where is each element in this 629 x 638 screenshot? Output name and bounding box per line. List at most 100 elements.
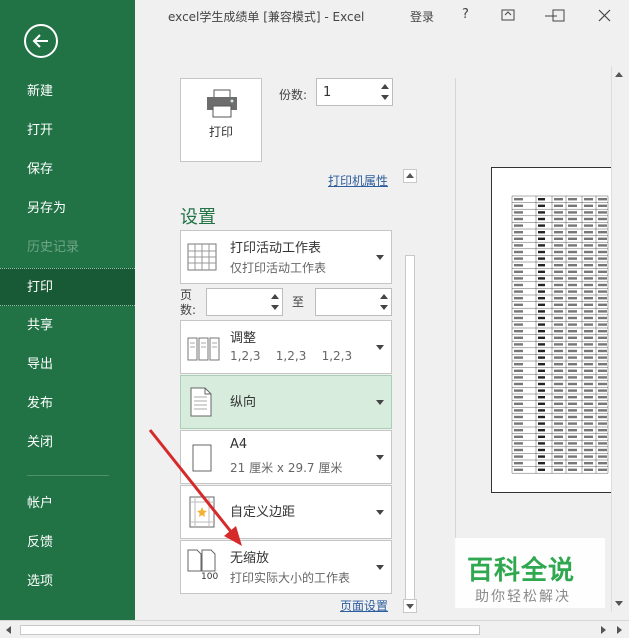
thumb-cell xyxy=(584,283,593,287)
thumb-cell xyxy=(514,237,523,240)
ribbon-display-button[interactable] xyxy=(497,6,519,26)
pages-to-label: 至 xyxy=(292,295,305,309)
thumb-cell xyxy=(598,442,607,445)
thumb-cell xyxy=(538,264,545,267)
thumb-cell xyxy=(568,415,577,419)
thumb-cell xyxy=(568,402,577,405)
thumb-cell xyxy=(584,237,593,240)
thumb-cell xyxy=(598,270,607,273)
thumb-cell xyxy=(568,382,577,386)
nav-feedback[interactable]: 反馈 xyxy=(0,524,135,562)
chevron-down-icon xyxy=(376,510,384,515)
thumb-cell xyxy=(584,356,593,359)
thumb-cell xyxy=(568,455,577,458)
nav-open[interactable]: 打开 xyxy=(0,112,135,150)
thumb-cell xyxy=(584,455,593,458)
nav-save[interactable]: 保存 xyxy=(0,151,135,189)
thumb-cell xyxy=(514,204,523,207)
maximize-button[interactable] xyxy=(548,6,570,26)
thumb-cell xyxy=(584,389,593,392)
thumb-cell xyxy=(554,290,563,293)
thumb-cell xyxy=(584,363,593,366)
triangle-down-icon xyxy=(406,604,414,609)
thumb-cell xyxy=(598,382,607,386)
help-button[interactable]: ? xyxy=(462,7,469,22)
panel-divider xyxy=(455,78,456,608)
thumb-cell xyxy=(598,330,607,333)
thumb-cell xyxy=(554,330,563,333)
thumb-cell xyxy=(538,224,545,227)
copies-label: 份数: xyxy=(279,88,308,102)
watermark-subtext: 助你轻松解决 xyxy=(475,589,571,605)
thumb-cell xyxy=(598,435,607,438)
thumb-cell xyxy=(598,402,607,405)
thumb-cell xyxy=(538,356,545,359)
sheet-grid-icon xyxy=(187,243,217,271)
thumb-cell xyxy=(584,297,593,300)
thumb-cell xyxy=(568,396,577,399)
nav-print[interactable]: 打印 xyxy=(0,268,135,306)
nav-account[interactable]: 帐户 xyxy=(0,485,135,523)
thumb-cell xyxy=(538,244,545,247)
thumb-cell xyxy=(584,442,593,445)
thumb-cell xyxy=(554,310,563,313)
thumb-cell xyxy=(568,462,577,465)
pages-to-input[interactable] xyxy=(315,288,392,316)
thumb-cell xyxy=(514,382,523,386)
thumb-cell xyxy=(514,429,523,432)
back-button[interactable] xyxy=(24,24,58,58)
thumb-cell xyxy=(568,283,577,287)
horizontal-scrollbar[interactable] xyxy=(0,620,629,638)
nav-options[interactable]: 选项 xyxy=(0,563,135,601)
thumb-cell xyxy=(514,363,523,366)
thumb-cell xyxy=(514,336,523,339)
thumb-cell xyxy=(568,349,577,353)
thumb-cell xyxy=(568,376,577,379)
copies-stepper[interactable]: 1 xyxy=(316,78,393,106)
page-setup-link[interactable]: 页面设置 xyxy=(340,597,388,614)
thumb-cell xyxy=(598,237,607,240)
thumb-cell xyxy=(514,396,523,399)
thumb-cell xyxy=(568,217,577,221)
close-button[interactable] xyxy=(594,6,616,26)
thumb-cell xyxy=(584,211,593,214)
thumb-cell xyxy=(598,422,607,425)
scroll-down-button[interactable] xyxy=(403,599,417,613)
copies-value: 1 xyxy=(323,85,332,100)
nav-export[interactable]: 导出 xyxy=(0,346,135,384)
thumb-cell xyxy=(514,462,523,465)
thumb-cell xyxy=(598,455,607,458)
thumb-cell xyxy=(598,415,607,419)
thumb-cell xyxy=(598,363,607,366)
window-title: excel学生成绩单 [兼容模式] - Excel xyxy=(168,10,365,24)
spin-arrows-icon xyxy=(381,84,389,100)
thumb-cell xyxy=(584,409,593,412)
print-what-dropdown[interactable]: 打印活动工作表 仅打印活动工作表 xyxy=(180,230,392,284)
thumb-cell xyxy=(598,468,607,471)
preview-scrollbar[interactable] xyxy=(611,66,625,612)
thumb-cell xyxy=(568,224,577,227)
hscroll-thumb[interactable] xyxy=(20,625,480,635)
thumb-cell xyxy=(514,415,523,419)
nav-save-as[interactable]: 另存为 xyxy=(0,190,135,228)
scroll-up-button[interactable] xyxy=(403,169,417,183)
nav-new[interactable]: 新建 xyxy=(0,73,135,111)
thumb-cell xyxy=(584,402,593,405)
thumb-cell xyxy=(538,402,545,405)
nav-close[interactable]: 关闭 xyxy=(0,424,135,462)
collate-dropdown[interactable]: 调整 1,2,3 1,2,3 1,2,3 xyxy=(180,320,392,374)
settings-scrollbar[interactable] xyxy=(403,169,417,613)
thumb-cell xyxy=(538,389,545,392)
thumb-cell xyxy=(598,462,607,465)
thumb-cell xyxy=(554,264,563,267)
thumb-cell xyxy=(538,349,545,353)
nav-publish[interactable]: 发布 xyxy=(0,385,135,423)
thumb-cell xyxy=(568,429,577,432)
pages-from-input[interactable] xyxy=(206,288,283,316)
printer-properties-link[interactable]: 打印机属性 xyxy=(328,172,388,189)
nav-share[interactable]: 共享 xyxy=(0,307,135,345)
scroll-thumb[interactable] xyxy=(405,255,415,609)
thumb-cell xyxy=(584,396,593,399)
login-link[interactable]: 登录 xyxy=(410,8,434,25)
print-button[interactable]: 打印 xyxy=(180,78,262,162)
